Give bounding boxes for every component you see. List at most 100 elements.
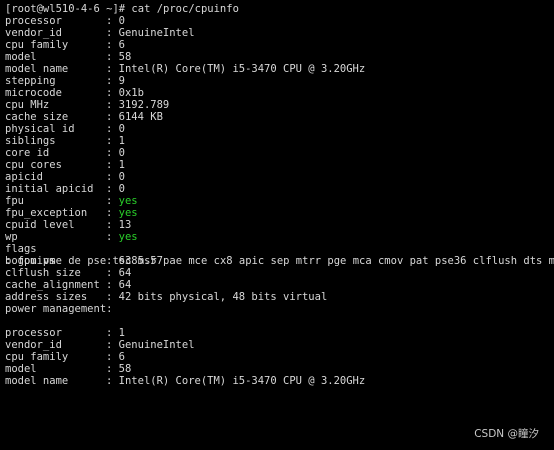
row-separator: : bbox=[106, 87, 119, 99]
cpuinfo-value: 13 bbox=[118, 219, 132, 231]
cpuinfo-key: model name bbox=[5, 63, 69, 75]
cpuinfo-value: 0 bbox=[118, 123, 125, 135]
row-separator: : bbox=[106, 147, 119, 159]
cpuinfo-row: fpu_exception: yes bbox=[5, 207, 554, 219]
cpuinfo-row: physical id: 0 bbox=[5, 123, 554, 135]
row-separator: : bbox=[106, 195, 119, 207]
row-separator: : bbox=[106, 339, 119, 351]
cpuinfo-row: cpu MHz: 3192.789 bbox=[5, 99, 554, 111]
cpuinfo-value: 6385.57 bbox=[118, 255, 163, 267]
cpuinfo-key: stepping bbox=[5, 75, 56, 87]
cpuinfo-key: cache size bbox=[5, 111, 69, 123]
cpuinfo-row: model: 58 bbox=[5, 51, 554, 63]
row-separator: : bbox=[106, 327, 119, 339]
cpuinfo-value: 1 bbox=[118, 327, 125, 339]
cpuinfo-value: 0x1b bbox=[118, 87, 144, 99]
row-separator: : bbox=[106, 159, 119, 171]
cpuinfo-key: cpu MHz bbox=[5, 99, 50, 111]
cpuinfo-key: initial apicid bbox=[5, 183, 94, 195]
row-separator: : bbox=[106, 255, 119, 267]
cpuinfo-key: cpu family bbox=[5, 351, 69, 363]
flags-row: flags: fpu vme de pse tsc msr pae mce cx… bbox=[5, 243, 554, 267]
cpuinfo-key: vendor_id bbox=[5, 27, 62, 39]
row-separator: : bbox=[106, 375, 119, 387]
row-separator: : bbox=[106, 207, 119, 219]
row-separator: : bbox=[106, 135, 119, 147]
cpuinfo-value: 0 bbox=[118, 147, 125, 159]
terminal-window[interactable]: [root@wl510-4-6 ~]# cat /proc/cpuinfo pr… bbox=[0, 0, 554, 450]
cpuinfo-value: 9 bbox=[118, 75, 125, 87]
row-separator: : bbox=[106, 99, 119, 111]
cpuinfo-row: vendor_id: GenuineIntel bbox=[5, 339, 554, 351]
cpuinfo-key: apicid bbox=[5, 171, 43, 183]
cpuinfo-key: clflush size bbox=[5, 267, 81, 279]
shell-prompt-line: [root@wl510-4-6 ~]# cat /proc/cpuinfo bbox=[5, 3, 239, 15]
flags-key: flags bbox=[5, 243, 37, 255]
cpuinfo-value: 58 bbox=[118, 363, 132, 375]
row-separator: : bbox=[106, 123, 119, 135]
cpuinfo-row: cpuid level: 13 bbox=[5, 219, 554, 231]
cpuinfo-row: cpu family: 6 bbox=[5, 39, 554, 51]
cpuinfo-block-processor-0: processor: 0 vendor_id: GenuineIntel cpu f… bbox=[5, 15, 554, 243]
cpuinfo-row: processor: 1 bbox=[5, 327, 554, 339]
cpuinfo-row: initial apicid: 0 bbox=[5, 183, 554, 195]
cpuinfo-key: core id bbox=[5, 147, 50, 159]
cpuinfo-value: 42 bits physical, 48 bits virtual bbox=[118, 291, 328, 303]
row-separator: : bbox=[106, 219, 119, 231]
cpuinfo-key: model name bbox=[5, 375, 69, 387]
cpuinfo-key: physical id bbox=[5, 123, 75, 135]
cpuinfo-key: processor bbox=[5, 15, 62, 27]
row-separator: : bbox=[106, 15, 119, 27]
cpuinfo-row: power management: bbox=[5, 303, 554, 315]
cpuinfo-row: microcode: 0x1b bbox=[5, 87, 554, 99]
cpuinfo-value: GenuineIntel bbox=[118, 339, 195, 351]
cpuinfo-row: model name: Intel(R) Core(TM) i5-3470 CP… bbox=[5, 63, 554, 75]
row-separator: : bbox=[106, 51, 119, 63]
cpuinfo-row: model name: Intel(R) Core(TM) i5-3470 CP… bbox=[5, 375, 554, 387]
cpuinfo-row: cache size: 6144 KB bbox=[5, 111, 554, 123]
cpuinfo-value: 0 bbox=[118, 15, 125, 27]
row-separator: : bbox=[106, 279, 119, 291]
cpuinfo-row: cache_alignment: 64 bbox=[5, 279, 554, 291]
row-separator: : bbox=[106, 231, 119, 243]
cpuinfo-value: 0 bbox=[118, 171, 125, 183]
cpuinfo-row: vendor_id: GenuineIntel bbox=[5, 27, 554, 39]
row-separator: : bbox=[106, 363, 119, 375]
cpuinfo-value: Intel(R) Core(TM) i5-3470 CPU @ 3.20GHz bbox=[118, 63, 366, 75]
cpuinfo-value: 6144 KB bbox=[118, 111, 163, 123]
csdn-watermark: CSDN @瞳汐 bbox=[474, 428, 539, 440]
cpuinfo-value: Intel(R) Core(TM) i5-3470 CPU @ 3.20GHz bbox=[118, 375, 366, 387]
cpuinfo-block-processor-1: processor: 1 vendor_id: GenuineIntel cpu f… bbox=[5, 327, 554, 387]
row-colon: : bbox=[106, 303, 113, 315]
row-separator: : bbox=[106, 183, 119, 195]
row-separator: : bbox=[106, 171, 119, 183]
cpuinfo-value: 64 bbox=[118, 267, 132, 279]
cpuinfo-key: siblings bbox=[5, 135, 56, 147]
cpuinfo-value: 1 bbox=[118, 135, 125, 147]
cpuinfo-row: clflush size: 64 bbox=[5, 267, 554, 279]
cpuinfo-value: 58 bbox=[118, 51, 132, 63]
cpuinfo-row: cpu cores: 1 bbox=[5, 159, 554, 171]
row-separator: : bbox=[106, 351, 119, 363]
cpuinfo-value: 6 bbox=[118, 39, 125, 51]
cpuinfo-value: yes bbox=[118, 207, 138, 219]
cpuinfo-row: apicid: 0 bbox=[5, 171, 554, 183]
cpuinfo-key: cpuid level bbox=[5, 219, 75, 231]
cpuinfo-value: 3192.789 bbox=[118, 99, 170, 111]
row-separator: : bbox=[106, 111, 119, 123]
cpuinfo-key: wp bbox=[5, 231, 18, 243]
cpuinfo-value: 6 bbox=[118, 351, 125, 363]
cpuinfo-key: vendor_id bbox=[5, 339, 62, 351]
cpuinfo-value: yes bbox=[118, 195, 138, 207]
cpuinfo-row: address sizes: 42 bits physical, 48 bits… bbox=[5, 291, 554, 303]
cpuinfo-row: cpu family: 6 bbox=[5, 351, 554, 363]
row-separator: : bbox=[106, 39, 119, 51]
row-separator: : bbox=[106, 27, 119, 39]
cpuinfo-key: model bbox=[5, 51, 37, 63]
cpuinfo-row: siblings: 1 bbox=[5, 135, 554, 147]
cpuinfo-key: processor bbox=[5, 327, 62, 339]
cpuinfo-value: GenuineIntel bbox=[118, 27, 195, 39]
row-separator: : bbox=[106, 75, 119, 87]
cpuinfo-key: cache_alignment bbox=[5, 279, 100, 291]
